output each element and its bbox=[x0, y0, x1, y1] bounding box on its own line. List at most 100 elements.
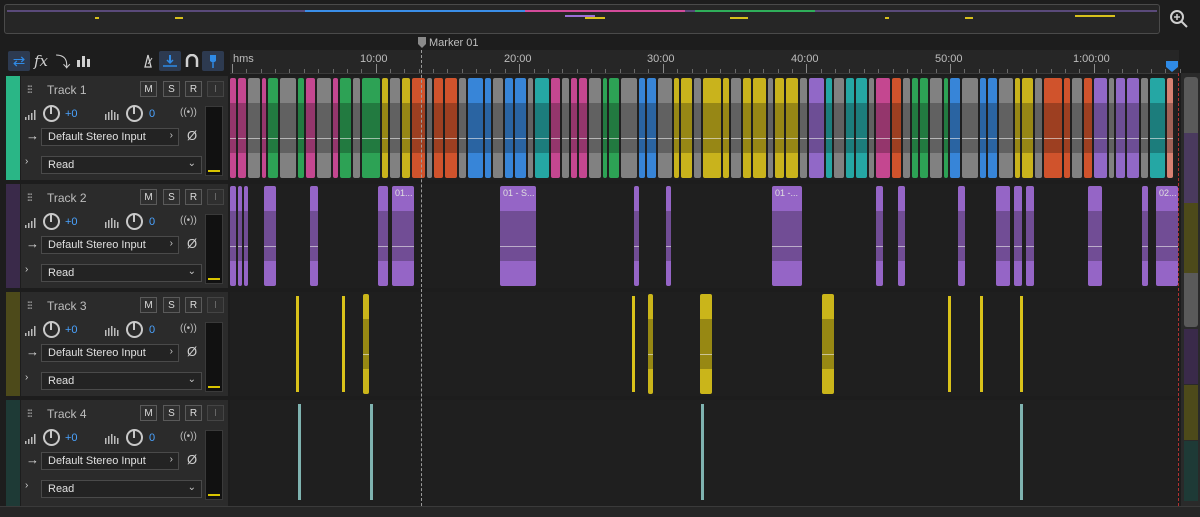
automation-mode-dropdown[interactable]: Read ⌄ bbox=[41, 156, 202, 174]
audio-clip[interactable]: 01 - S... bbox=[500, 186, 536, 286]
volume-envelope[interactable] bbox=[468, 138, 483, 139]
audio-clip[interactable] bbox=[826, 78, 832, 178]
audio-clip[interactable] bbox=[1026, 186, 1034, 286]
audio-clip[interactable] bbox=[723, 78, 729, 178]
volume-envelope[interactable] bbox=[980, 138, 986, 139]
audio-clip[interactable] bbox=[700, 294, 712, 394]
audio-clip[interactable] bbox=[834, 78, 844, 178]
audio-clip[interactable] bbox=[731, 78, 741, 178]
horizontal-scrollbar[interactable] bbox=[0, 506, 1200, 517]
chevron-right-icon[interactable]: › bbox=[25, 480, 28, 491]
volume-envelope[interactable] bbox=[869, 138, 874, 139]
volume-envelope[interactable] bbox=[1094, 138, 1107, 139]
volume-envelope[interactable] bbox=[244, 246, 248, 247]
audio-clip[interactable] bbox=[571, 78, 577, 178]
audio-clip[interactable] bbox=[459, 78, 466, 178]
pan-knob[interactable] bbox=[126, 321, 143, 338]
volume-envelope[interactable] bbox=[535, 138, 549, 139]
volume-envelope[interactable] bbox=[1022, 138, 1033, 139]
playhead-icon[interactable] bbox=[1165, 60, 1179, 72]
audio-clip[interactable] bbox=[892, 78, 901, 178]
audio-clip[interactable] bbox=[658, 78, 672, 178]
track-name[interactable]: Track 1 bbox=[47, 83, 87, 97]
audio-clip[interactable] bbox=[230, 186, 236, 286]
volume-envelope[interactable] bbox=[363, 354, 369, 355]
volume-envelope[interactable] bbox=[412, 138, 425, 139]
volume-envelope[interactable] bbox=[903, 138, 910, 139]
audio-clip[interactable] bbox=[786, 78, 798, 178]
sends-power-icon[interactable]: ((•)) bbox=[180, 107, 197, 118]
volume-envelope[interactable] bbox=[753, 138, 766, 139]
volume-envelope[interactable] bbox=[459, 138, 466, 139]
audio-clip[interactable] bbox=[632, 296, 635, 392]
audio-clip[interactable] bbox=[485, 78, 491, 178]
volume-envelope[interactable] bbox=[378, 246, 388, 247]
automation-mode-dropdown[interactable]: Read ⌄ bbox=[41, 372, 202, 390]
audio-clip[interactable] bbox=[980, 78, 986, 178]
automation-mode-dropdown[interactable]: Read ⌄ bbox=[41, 264, 202, 282]
mute-button[interactable]: M bbox=[140, 81, 157, 97]
audio-clip[interactable] bbox=[948, 296, 951, 392]
marker-label[interactable]: Marker 01 bbox=[429, 37, 479, 49]
chevron-right-icon[interactable]: › bbox=[25, 264, 28, 275]
audio-clip[interactable] bbox=[1116, 78, 1125, 178]
volume-envelope[interactable] bbox=[310, 246, 318, 247]
audio-clip[interactable] bbox=[427, 78, 432, 178]
audio-clip[interactable] bbox=[703, 78, 721, 178]
audio-clip[interactable] bbox=[944, 78, 948, 178]
input-dropdown[interactable]: Default Stereo Input › bbox=[41, 452, 179, 470]
record-arm-button[interactable]: R bbox=[185, 405, 202, 421]
volume-envelope[interactable] bbox=[238, 138, 246, 139]
mute-button[interactable]: M bbox=[140, 405, 157, 421]
volume-envelope[interactable] bbox=[621, 138, 637, 139]
audio-clip[interactable] bbox=[1150, 78, 1165, 178]
volume-envelope[interactable] bbox=[1064, 138, 1070, 139]
volume-knob[interactable] bbox=[43, 321, 60, 338]
volume-envelope[interactable] bbox=[1035, 138, 1042, 139]
volume-envelope[interactable] bbox=[666, 246, 671, 247]
volume-envelope[interactable] bbox=[609, 138, 619, 139]
monitor-input-button[interactable]: I bbox=[207, 81, 224, 97]
audio-clip[interactable] bbox=[1109, 78, 1114, 178]
volume-envelope[interactable] bbox=[743, 138, 751, 139]
volume-envelope[interactable] bbox=[528, 138, 533, 139]
pan-value[interactable]: 0 bbox=[149, 324, 155, 336]
audio-clip[interactable]: 02... bbox=[1156, 186, 1178, 286]
volume-envelope[interactable] bbox=[681, 138, 692, 139]
audio-clip[interactable] bbox=[898, 186, 905, 286]
monitor-input-button[interactable]: I bbox=[207, 297, 224, 313]
volume-value[interactable]: +0 bbox=[65, 108, 78, 120]
audio-clip[interactable] bbox=[1094, 78, 1107, 178]
audio-clip[interactable] bbox=[340, 78, 351, 178]
volume-envelope[interactable] bbox=[876, 246, 883, 247]
audio-clip[interactable] bbox=[996, 186, 1010, 286]
volume-envelope[interactable] bbox=[427, 138, 432, 139]
audio-clip[interactable] bbox=[930, 78, 942, 178]
audio-clip[interactable] bbox=[639, 78, 645, 178]
audio-clip[interactable] bbox=[238, 186, 242, 286]
audio-clip[interactable] bbox=[962, 78, 978, 178]
audio-clip[interactable] bbox=[528, 78, 533, 178]
volume-envelope[interactable] bbox=[340, 138, 351, 139]
volume-envelope[interactable] bbox=[822, 354, 834, 355]
audio-clip[interactable] bbox=[402, 78, 410, 178]
volume-knob[interactable] bbox=[43, 213, 60, 230]
volume-envelope[interactable] bbox=[1015, 138, 1020, 139]
audio-clip[interactable] bbox=[362, 78, 380, 178]
audio-clip[interactable] bbox=[579, 78, 587, 178]
volume-envelope[interactable] bbox=[920, 138, 928, 139]
volume-envelope[interactable] bbox=[485, 138, 491, 139]
zoom-icon[interactable] bbox=[1166, 6, 1192, 32]
pan-value[interactable]: 0 bbox=[149, 216, 155, 228]
volume-envelope[interactable] bbox=[856, 138, 867, 139]
time-ruler[interactable]: hms 10:00 20:00 30:00 40:00 50:00 1:00:0… bbox=[230, 50, 1181, 74]
audio-clip[interactable] bbox=[238, 78, 246, 178]
audio-clip[interactable] bbox=[980, 296, 983, 392]
sends-power-icon[interactable]: ((•)) bbox=[180, 431, 197, 442]
volume-envelope[interactable] bbox=[772, 246, 802, 247]
track-name[interactable]: Track 2 bbox=[47, 191, 87, 205]
volume-envelope[interactable] bbox=[639, 138, 645, 139]
volume-envelope[interactable] bbox=[703, 138, 721, 139]
volume-envelope[interactable] bbox=[962, 138, 978, 139]
mute-button[interactable]: M bbox=[140, 189, 157, 205]
